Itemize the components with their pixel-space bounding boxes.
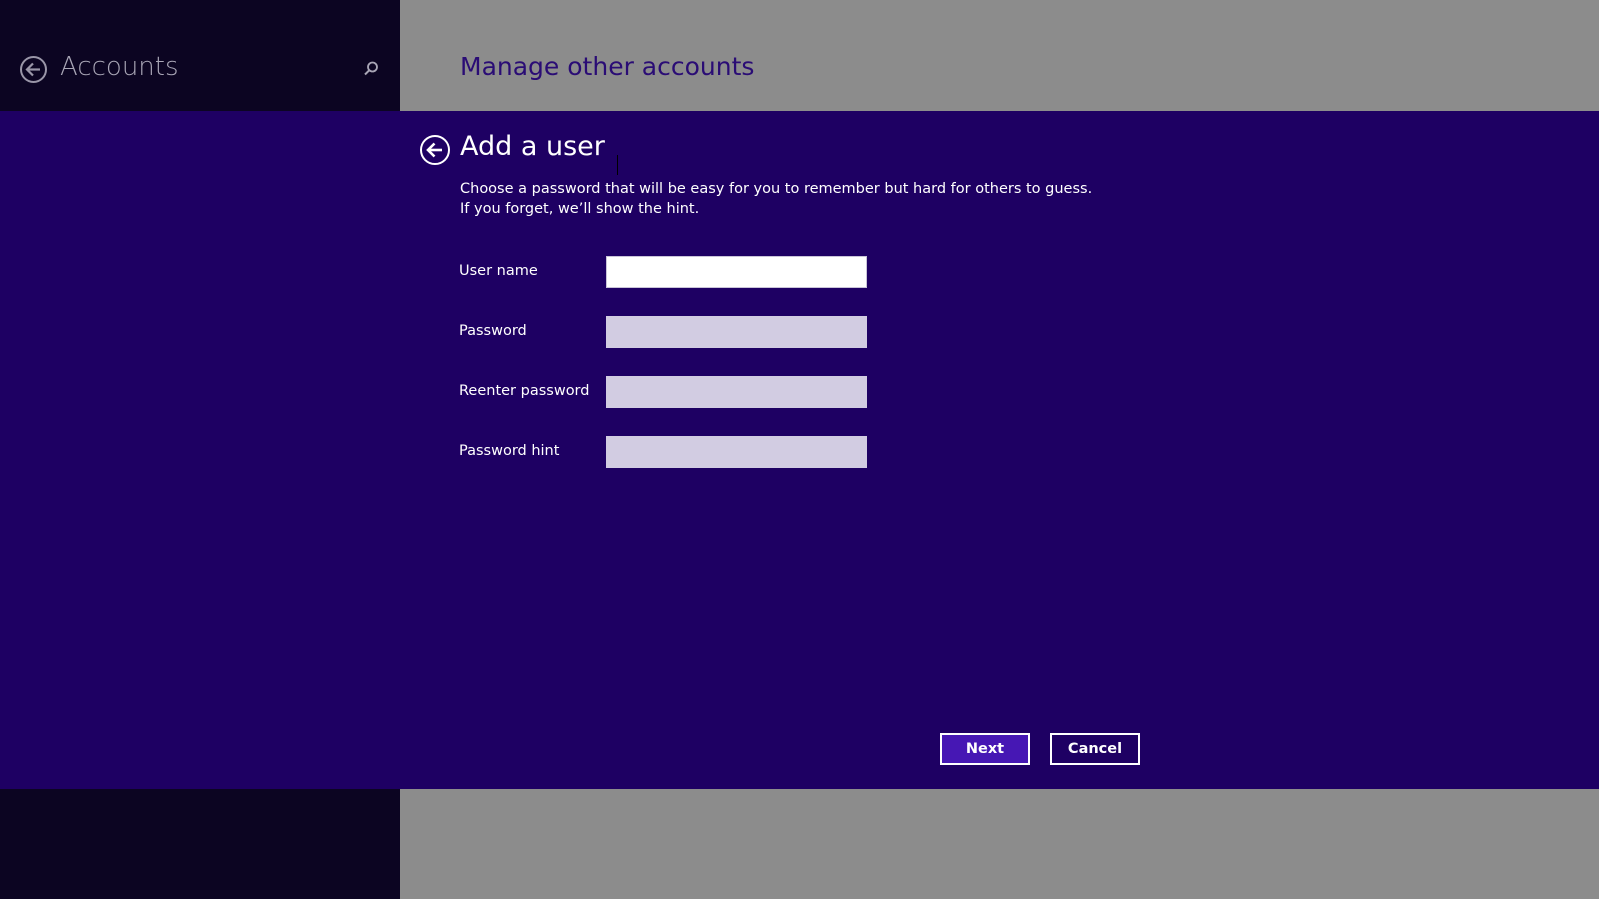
page-title: Manage other accounts xyxy=(460,52,755,81)
text-caret xyxy=(617,155,618,175)
user-name-label: User name xyxy=(459,263,538,279)
password-label: Password xyxy=(459,323,527,339)
user-name-input[interactable] xyxy=(606,256,867,288)
dialog-title: Add a user xyxy=(460,131,605,162)
page-header: Manage other accounts xyxy=(400,0,1599,111)
content-bottom xyxy=(400,789,1599,899)
password-hint-label: Password hint xyxy=(459,443,560,459)
reenter-password-input[interactable] xyxy=(606,376,867,408)
add-user-dialog: Add a user Choose a password that will b… xyxy=(0,111,1599,789)
screen: Accounts Manage other accounts Add a use… xyxy=(0,0,1599,899)
password-input[interactable] xyxy=(606,316,867,348)
back-arrow-icon[interactable] xyxy=(20,56,47,83)
left-pane-bottom xyxy=(0,789,400,899)
cancel-button[interactable]: Cancel xyxy=(1050,733,1140,765)
next-button[interactable]: Next xyxy=(940,733,1030,765)
reenter-password-label: Reenter password xyxy=(459,383,590,399)
dialog-description: Choose a password that will be easy for … xyxy=(460,181,1093,217)
search-icon[interactable] xyxy=(362,60,380,78)
left-header: Accounts xyxy=(0,0,400,111)
password-hint-input[interactable] xyxy=(606,436,867,468)
dialog-back-arrow-icon[interactable] xyxy=(420,135,450,165)
left-pane-title: Accounts xyxy=(60,52,179,82)
